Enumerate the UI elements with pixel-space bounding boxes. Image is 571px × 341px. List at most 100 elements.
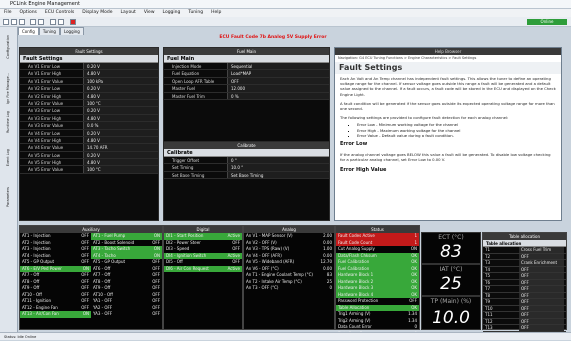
gauge-iat[interactable]: IAT (°C) 25 <box>421 264 481 296</box>
param-value[interactable]: 0.20 V <box>83 151 158 159</box>
table-row[interactable]: An V1 Error High 4.80 V <box>20 70 158 78</box>
panel-header[interactable]: Digital <box>164 226 242 233</box>
param-value[interactable]: 4.80 V <box>83 70 158 77</box>
table-value[interactable]: OFF <box>519 266 564 272</box>
param-value[interactable]: 100 kPa <box>83 77 158 85</box>
menu-item-help[interactable]: Help <box>207 9 225 16</box>
table-value[interactable]: OFF <box>519 305 564 311</box>
table-row[interactable]: An V1 Error Low 0.20 V <box>20 63 158 71</box>
table-value[interactable]: OFF <box>519 318 564 324</box>
table-row[interactable]: An V5 Error Low 0.20 V <box>20 151 158 160</box>
table-value[interactable]: OFF <box>519 292 564 298</box>
undo-icon[interactable] <box>30 19 36 25</box>
menu-item-tuning[interactable]: Tuning <box>184 9 207 16</box>
table-row[interactable]: An V5 Error High 4.80 V <box>20 159 158 167</box>
param-value[interactable]: 4.80 V <box>83 159 158 166</box>
param-value[interactable]: 4.80 V <box>83 92 158 99</box>
table-row[interactable]: An V3 Error Value 0.0 % <box>20 122 158 130</box>
param-value[interactable]: Sequential <box>227 63 329 70</box>
breadcrumb[interactable]: Navigation: G4 ECU Tuning Functions > En… <box>335 55 561 62</box>
table-row[interactable]: An V1 Error Value 100 kPa <box>20 77 158 86</box>
connect-icon[interactable] <box>50 19 56 25</box>
param-value[interactable]: 100 °C <box>83 166 158 173</box>
menu-item-file[interactable]: File <box>0 9 16 16</box>
digital-panel: Digital DI1 - Start Position Active DI2 - … <box>163 225 243 330</box>
table-value[interactable]: OFF <box>519 273 564 279</box>
redo-icon[interactable] <box>38 19 44 25</box>
gauge-tp[interactable]: TP (Main) (%) 10.0 <box>421 296 481 330</box>
param-value[interactable]: 0.20 V <box>83 85 158 92</box>
menu-item-options[interactable]: Options <box>16 9 41 16</box>
tab-config[interactable]: Config <box>18 27 39 35</box>
param-value[interactable]: 0.0 % <box>83 122 158 129</box>
gauge-label: IAT (°C) <box>439 266 463 273</box>
panel-header[interactable]: Fuel Main <box>164 48 329 55</box>
panel-header[interactable]: Fault Settings <box>20 48 158 55</box>
menu-item-logging[interactable]: Logging <box>159 9 185 16</box>
table-row[interactable]: An V5 Error Value 100 °C <box>20 166 158 174</box>
table-row[interactable]: Trigger Offset 0 ° <box>164 157 329 165</box>
param-value[interactable]: Set Base Timing <box>227 171 329 179</box>
menu-item-view[interactable]: View <box>140 9 159 16</box>
table-row[interactable]: Set Base Timing Set Base Timing <box>164 171 329 180</box>
table-value[interactable]: OFF <box>519 299 564 305</box>
table-value[interactable]: Crank Enrichment <box>519 260 564 266</box>
param-value[interactable]: 0.20 V <box>83 129 158 136</box>
table-value[interactable]: Cross Fuel Trim <box>519 247 564 253</box>
sidebar-item[interactable]: Ign Fire Manage... <box>6 73 12 104</box>
sidebar-item[interactable]: Configuration <box>6 35 12 59</box>
table-row[interactable]: Injection Mode Sequential <box>164 63 329 71</box>
save-icon[interactable] <box>11 19 17 25</box>
param-value[interactable]: 12.000 <box>227 85 329 92</box>
record-icon[interactable] <box>70 19 76 25</box>
sidebar-item[interactable]: Parameters <box>6 187 12 207</box>
param-value[interactable]: 4.80 V <box>83 136 158 144</box>
table-row[interactable]: An V3 Error High 4.80 V <box>20 114 158 123</box>
param-value[interactable]: 0 % <box>227 92 329 99</box>
tab-logging[interactable]: Logging <box>59 27 84 35</box>
param-value[interactable]: 4.80 V <box>83 114 158 122</box>
table-row[interactable]: Open Loop AFR Table OFF <box>164 77 329 86</box>
param-value[interactable]: 14.70 AFR <box>83 144 158 151</box>
table-value[interactable]: OFF <box>519 253 564 259</box>
menu-item-ecu-controls[interactable]: ECU Controls <box>41 9 78 16</box>
panel-header[interactable]: Status <box>336 226 419 233</box>
panel-header[interactable]: Help Browser <box>335 48 561 55</box>
table-value[interactable]: OFF <box>519 286 564 292</box>
menu-item-display-mode[interactable]: Display Mode <box>78 9 116 16</box>
table-row[interactable]: An V4 Error Low 0.20 V <box>20 129 158 137</box>
table-value[interactable]: OFF <box>519 279 564 285</box>
panel-header[interactable]: Analog <box>244 226 334 233</box>
table-row[interactable]: An V2 Error Low 0.20 V <box>20 85 158 93</box>
param-value[interactable]: OFF <box>227 77 329 85</box>
table-row[interactable]: An V2 Error Value 100 °C <box>20 99 158 108</box>
tab-tuning[interactable]: Tuning <box>38 27 60 35</box>
panel-header[interactable]: Auxiliary <box>20 226 162 233</box>
param-value[interactable]: 0 ° <box>227 157 329 164</box>
print-icon[interactable] <box>19 19 25 25</box>
param-value[interactable]: 0.20 V <box>83 63 158 70</box>
table-row[interactable]: An V2 Error High 4.80 V <box>20 92 158 100</box>
table-row[interactable]: Master Fuel 12.000 <box>164 85 329 93</box>
table-row[interactable]: An V3 Error Low 0.20 V <box>20 107 158 115</box>
panel-header[interactable]: Table allocation <box>483 233 566 240</box>
open-icon[interactable] <box>3 19 9 25</box>
table-row[interactable]: An V4 Error High 4.80 V <box>20 136 158 145</box>
table-row[interactable]: Master Fuel Trim 0 % <box>164 92 329 100</box>
param-value[interactable]: 10.0 ° <box>227 164 329 171</box>
gauge-ect[interactable]: ECT (°C) 83 <box>421 232 481 264</box>
help-content[interactable]: Each An Volt and An Temp channel has ind… <box>335 74 561 221</box>
menu-item-layout[interactable]: Layout <box>117 9 140 16</box>
table-row[interactable]: Fuel Equation Load*MAP <box>164 70 329 78</box>
sidebar-item[interactable]: Runtime Log <box>6 111 12 133</box>
table-value[interactable]: OFF <box>519 312 564 318</box>
table-row[interactable]: An V4 Error Value 14.70 AFR <box>20 144 158 152</box>
param-value[interactable]: 0.20 V <box>83 107 158 114</box>
table-row[interactable]: Set Timing 10.0 ° <box>164 164 329 172</box>
disconnect-icon[interactable] <box>58 19 64 25</box>
table-value[interactable]: OFF <box>519 325 564 331</box>
param-value[interactable]: Load*MAP <box>227 70 329 77</box>
sidebar-item[interactable]: Event Log <box>6 149 12 166</box>
param-value[interactable]: 100 °C <box>83 99 158 107</box>
panel-header[interactable]: Calibrate <box>164 142 329 149</box>
